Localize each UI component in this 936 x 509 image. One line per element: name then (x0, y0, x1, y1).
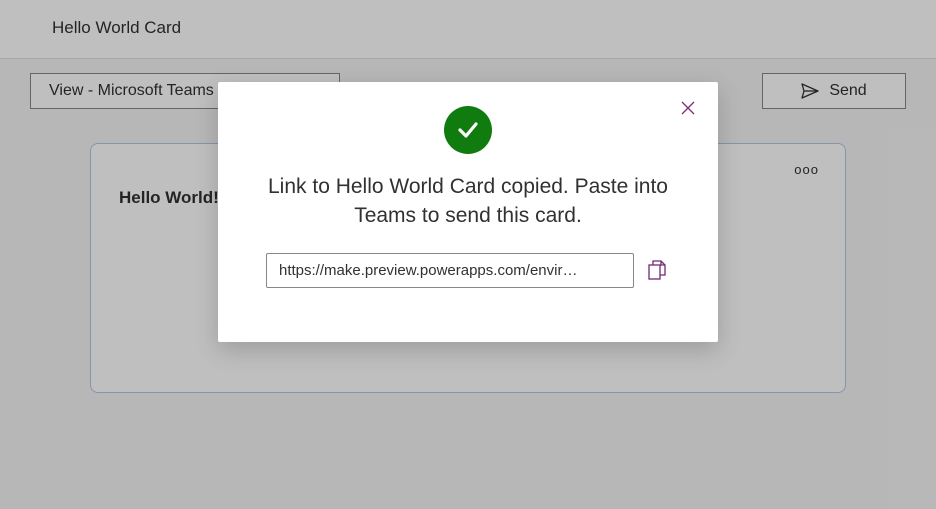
dialog-message: Link to Hello World Card copied. Paste i… (266, 172, 670, 231)
success-icon (444, 106, 492, 154)
close-button[interactable] (676, 96, 700, 120)
url-row (246, 253, 690, 288)
copy-button[interactable] (644, 256, 670, 284)
modal-overlay: Link to Hello World Card copied. Paste i… (0, 0, 936, 509)
copied-url-input[interactable] (266, 253, 634, 288)
close-icon (680, 100, 696, 116)
copy-icon (648, 260, 666, 280)
link-copied-dialog: Link to Hello World Card copied. Paste i… (218, 82, 718, 342)
